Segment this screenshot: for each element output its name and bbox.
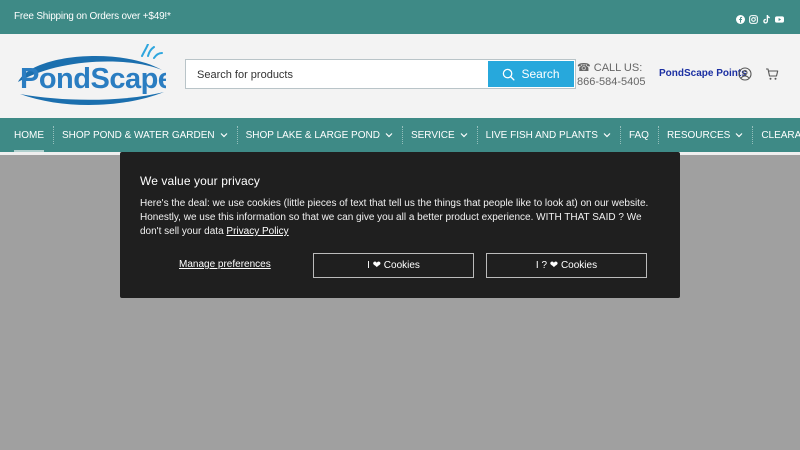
cookie-dialog-body: Here's the deal: we use cookies (little … (140, 197, 656, 239)
nav-item-service[interactable]: SERVICE (401, 118, 477, 152)
cookie-consent-dialog: We value your privacy Here's the deal: w… (120, 152, 680, 298)
nav-item-faq[interactable]: FAQ (619, 118, 658, 152)
search-button[interactable]: Search (488, 61, 574, 87)
manage-preferences-link[interactable]: Manage preferences (179, 259, 271, 270)
facebook-icon[interactable] (736, 11, 745, 24)
nav-item-label: SERVICE (410, 129, 455, 141)
search-icon (503, 68, 516, 81)
cookie-dialog-title: We value your privacy (140, 174, 260, 188)
nav-item-shop-lake-large-pond[interactable]: SHOP LAKE & LARGE POND (236, 118, 402, 152)
search-form: Search for products Search (185, 59, 576, 89)
search-input[interactable]: Search for products (197, 69, 293, 81)
chevron-down-icon (385, 133, 393, 138)
youtube-icon[interactable] (775, 11, 784, 23)
privacy-policy-link[interactable]: Privacy Policy (226, 226, 288, 237)
nav-item-label: SHOP POND & WATER GARDEN (62, 129, 215, 141)
nav-item-label: HOME (14, 129, 44, 141)
site-header: PondScape Search for products Search ☎ C… (0, 34, 800, 118)
cart-icon[interactable] (765, 67, 779, 81)
nav-item-clearance[interactable]: CLEARANCE (752, 118, 800, 152)
chevron-down-icon (603, 133, 611, 138)
accept-all-cookies-button[interactable]: I ? ❤ Cookies (486, 253, 647, 278)
cookie-body-text: Here's the deal: we use cookies (little … (140, 198, 649, 237)
search-button-label: Search (521, 67, 560, 81)
free-shipping-promo: Free Shipping on Orders over +$49!* (14, 11, 171, 22)
chevron-down-icon (460, 133, 468, 138)
accept-cookies-button[interactable]: I ❤ Cookies (313, 253, 474, 278)
pondscape-points-link[interactable]: PondScape Points (659, 68, 747, 79)
call-us[interactable]: ☎ CALL US: 866-584-5405 (577, 61, 646, 89)
nav-item-label: LIVE FISH AND PLANTS (485, 129, 598, 141)
nav-item-label: FAQ (628, 129, 649, 141)
call-us-label: ☎ CALL US: (577, 62, 643, 74)
pondscape-logo[interactable]: PondScape (14, 43, 174, 106)
announcement-bar: Free Shipping on Orders over +$49!* (0, 0, 800, 34)
logo-wordmark: PondScape (20, 63, 166, 95)
tiktok-icon[interactable] (762, 11, 771, 24)
nav-item-home[interactable]: HOME (5, 118, 53, 152)
social-links (736, 11, 784, 24)
nav-item-shop-pond-water-garden[interactable]: SHOP POND & WATER GARDEN (53, 118, 237, 152)
account-icon[interactable] (738, 67, 752, 81)
nav-item-resources[interactable]: RESOURCES (657, 118, 752, 152)
main-navigation: HOME SHOP POND & WATER GARDEN SHOP LAKE … (0, 118, 800, 152)
nav-item-label: RESOURCES (666, 129, 731, 141)
instagram-icon[interactable] (749, 11, 758, 24)
nav-item-live-fish-and-plants[interactable]: LIVE FISH AND PLANTS (476, 118, 620, 152)
chevron-down-icon (735, 133, 743, 138)
chevron-down-icon (220, 133, 228, 138)
nav-item-label: CLEARANCE (761, 129, 800, 141)
nav-item-label: SHOP LAKE & LARGE POND (245, 129, 380, 141)
call-us-number: 866-584-5405 (577, 76, 646, 88)
